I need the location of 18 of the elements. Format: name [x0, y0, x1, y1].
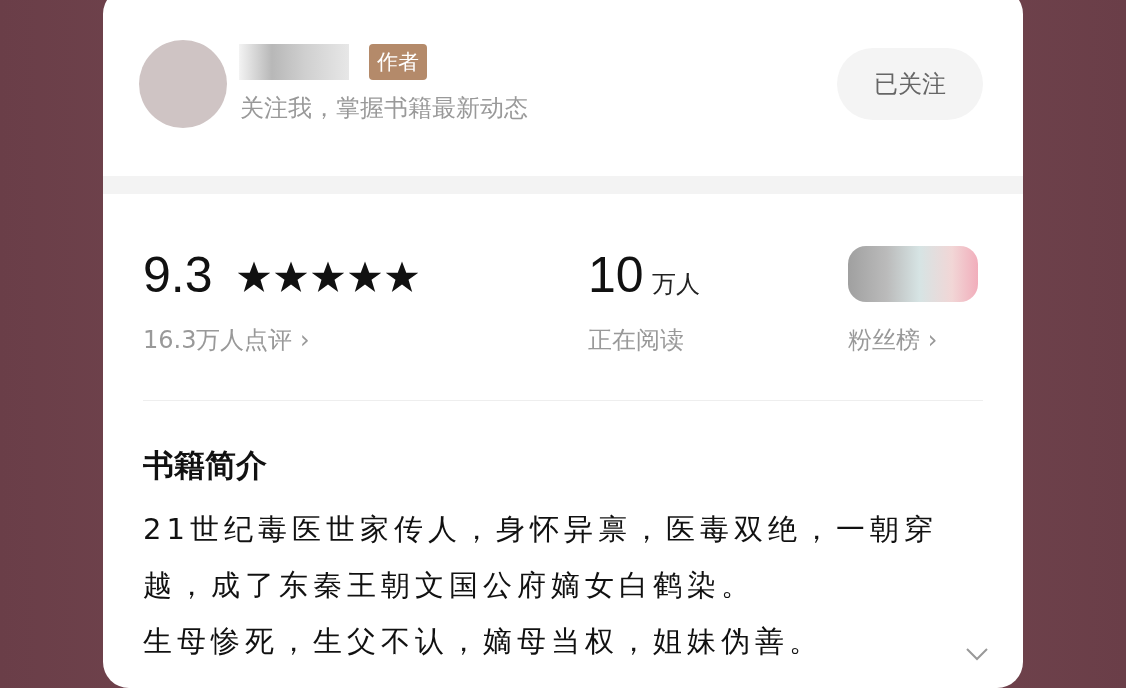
section-title: 书籍简介: [143, 446, 268, 485]
star-icon: [310, 260, 345, 294]
intro-paragraph: 21世纪毒医世家传人，身怀异禀，医毒双绝，一朝穿越，成了东秦王朝文国公府嫡女白鹤染。: [143, 511, 939, 604]
star-icon: [236, 260, 271, 294]
author-subtitle: 关注我，掌握书籍最新动态: [240, 93, 529, 124]
star-icon: [347, 260, 382, 294]
reviews-link[interactable]: 16.3万人点评 ›: [143, 324, 310, 356]
star-icon: [273, 260, 308, 294]
chevron-down-icon[interactable]: [965, 647, 989, 661]
reader-count: 10: [588, 246, 644, 304]
readers-label: 正在阅读: [588, 325, 685, 356]
rating-score: 9.3: [143, 246, 213, 304]
star-icon: [384, 260, 419, 294]
reader-unit: 万人: [651, 269, 700, 300]
author-badge: 作者: [369, 44, 427, 80]
intro-paragraph: 生母惨死，生父不认，嫡母当权，姐妹伪善。: [143, 623, 823, 660]
follow-button[interactable]: 已关注: [837, 48, 983, 120]
fans-ranking-link[interactable]: 粉丝榜 ›: [848, 324, 938, 356]
